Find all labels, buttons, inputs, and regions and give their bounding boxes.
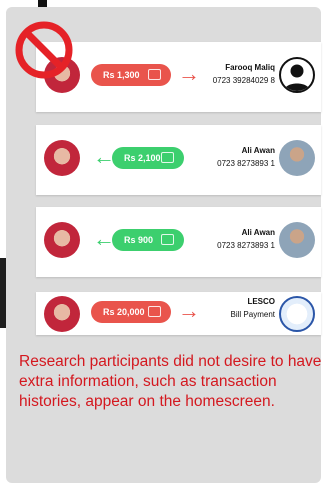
- wallet-icon: [148, 69, 161, 80]
- payee-info: Ali Awan 0723 8273893 1: [217, 228, 275, 250]
- wallet-icon: [161, 152, 174, 163]
- amount-pill: Rs 20,000: [91, 301, 171, 323]
- payee-name: Ali Awan: [241, 146, 275, 155]
- payee-info: LESCO Bill Payment: [231, 297, 275, 319]
- person-outline-icon: [279, 57, 315, 93]
- wallet-icon: [161, 234, 174, 245]
- arrow-right-icon: →: [178, 298, 200, 323]
- transaction-row[interactable]: ← Rs 900 Ali Awan 0723 8273893 1: [36, 207, 321, 277]
- contact-photo: [279, 222, 315, 258]
- caption-text: Research participants did not desire to …: [19, 353, 322, 410]
- contact-photo: [279, 140, 315, 176]
- amount-pill: Rs 900: [112, 229, 184, 251]
- transaction-row[interactable]: Rs 1,300 → Farooq Maliq 0723 39284029 8: [36, 42, 321, 112]
- user-avatar: [44, 222, 80, 258]
- payee-info: Farooq Maliq 0723 39284029 8: [213, 63, 275, 85]
- amount-text: Rs 1,300: [103, 70, 140, 80]
- amount-pill: Rs 2,100: [112, 147, 184, 169]
- arrow-right-icon: →: [178, 61, 200, 86]
- user-avatar: [44, 140, 80, 176]
- payee-name: Ali Awan: [241, 228, 275, 237]
- lesco-logo-icon: [279, 296, 315, 332]
- payee-info: Ali Awan 0723 8273893 1: [217, 146, 275, 168]
- user-avatar: [44, 296, 80, 332]
- prohibited-icon: [15, 21, 73, 79]
- payee-name: LESCO: [247, 297, 275, 306]
- amount-pill: Rs 1,300: [91, 64, 171, 86]
- transaction-row[interactable]: Rs 20,000 → LESCO Bill Payment: [36, 292, 321, 335]
- payee-number: 0723 39284029 8: [212, 76, 275, 85]
- amount-text: Rs 900: [124, 235, 154, 245]
- wallet-icon: [148, 306, 161, 317]
- transaction-row[interactable]: ← Rs 2,100 Ali Awan 0723 8273893 1: [36, 125, 321, 195]
- payee-number: 0723 8273893 1: [217, 159, 275, 168]
- amount-text: Rs 20,000: [103, 307, 145, 317]
- payee-name: Farooq Maliq: [225, 63, 275, 72]
- payee-number: 0723 8273893 1: [217, 241, 275, 250]
- amount-text: Rs 2,100: [124, 153, 161, 163]
- payee-number: Bill Payment: [230, 310, 275, 319]
